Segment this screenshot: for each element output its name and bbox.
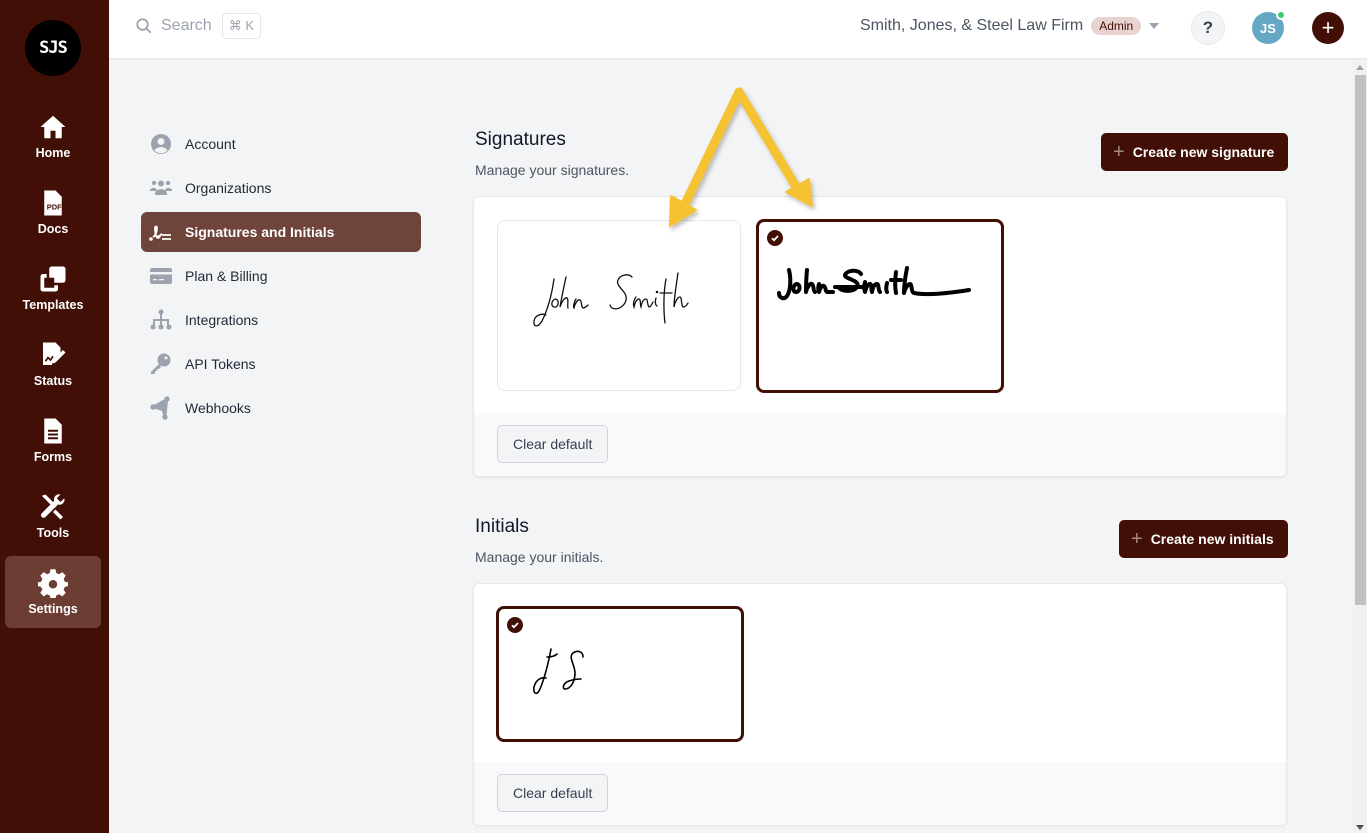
default-check-icon: [507, 617, 523, 633]
rail-item-settings[interactable]: Settings: [5, 556, 101, 628]
create-plus-button[interactable]: +: [1312, 12, 1344, 44]
credit-card-icon: [150, 268, 172, 284]
settings-nav-webhooks[interactable]: Webhooks: [141, 388, 421, 428]
chevron-down-icon: [1149, 23, 1160, 29]
avatar-initials: JS: [1260, 20, 1276, 36]
user-circle-icon: [151, 134, 171, 154]
initials-title: Initials: [475, 516, 529, 537]
settings-nav-label: Signatures and Initials: [185, 224, 335, 240]
avatar[interactable]: JS: [1252, 10, 1286, 44]
templates-icon: [40, 266, 66, 292]
settings-nav-label: Account: [185, 136, 236, 152]
signatures-card-footer: Clear default: [474, 413, 1286, 476]
signature-icon: [149, 225, 171, 241]
rail-item-home[interactable]: Home: [5, 100, 101, 172]
page-scrollbar[interactable]: [1353, 60, 1367, 833]
arrow-to-first-signature: [679, 87, 744, 211]
role-badge: Admin: [1091, 17, 1142, 35]
users-icon: [150, 180, 172, 195]
rail-item-label: Status: [33, 374, 73, 388]
rail-item-label: Home: [35, 146, 71, 160]
signature-tile-default[interactable]: [756, 219, 1004, 393]
settings-nav-integrations[interactable]: Integrations: [141, 300, 421, 340]
rail-item-label: Tools: [36, 526, 70, 540]
rail-item-label: Docs: [37, 222, 69, 236]
gear-icon: [38, 569, 68, 598]
initials-subtitle: Manage your initials.: [475, 549, 604, 565]
settings-nav-api-tokens[interactable]: API Tokens: [141, 344, 421, 384]
scrollbar-thumb[interactable]: [1355, 75, 1366, 605]
rail-item-tools[interactable]: Tools: [5, 480, 101, 552]
initials-card: Clear default: [473, 583, 1287, 826]
initials-card-footer: Clear default: [474, 762, 1286, 825]
initials-tile-default[interactable]: [496, 606, 744, 742]
plus-icon: +: [1113, 141, 1125, 163]
rail-item-docs[interactable]: PDF Docs: [5, 176, 101, 248]
default-check-icon: [767, 230, 783, 246]
key-icon: [151, 353, 171, 374]
search-placeholder: Search: [161, 17, 212, 34]
settings-nav-plan-billing[interactable]: Plan & Billing: [141, 256, 421, 296]
create-new-signature-button[interactable]: + Create new signature: [1101, 133, 1289, 171]
rail-item-status[interactable]: Status: [5, 328, 101, 400]
signatures-card: Clear default: [473, 196, 1287, 477]
scroll-up-arrow-icon[interactable]: [1356, 65, 1364, 70]
help-button[interactable]: ?: [1191, 11, 1225, 45]
settings-nav: Account Organizations Signatures and Ini…: [141, 124, 421, 432]
signature-image-bold-script: [777, 266, 971, 301]
signatures-subtitle: Manage your signatures.: [475, 162, 630, 178]
signatures-title: Signatures: [475, 129, 566, 150]
settings-nav-signatures-and-initials[interactable]: Signatures and Initials: [141, 212, 421, 252]
svg-text:PDF: PDF: [47, 202, 62, 211]
signature-image-thin-script: [533, 272, 689, 327]
pdf-file-icon: PDF: [44, 190, 62, 216]
create-new-initials-label: Create new initials: [1150, 531, 1274, 547]
search-shortcut-hint: ⌘ K: [221, 13, 261, 39]
signature-tile[interactable]: [497, 220, 741, 391]
arrow-to-default-signature: [734, 87, 803, 195]
form-file-icon: [44, 418, 62, 444]
settings-nav-organizations[interactable]: Organizations: [141, 168, 421, 208]
sitemap-icon: [150, 309, 172, 330]
org-switcher[interactable]: Smith, Jones, & Steel Law Firm Admin: [860, 17, 1160, 35]
rail-item-forms[interactable]: Forms: [5, 404, 101, 476]
online-status-dot: [1276, 10, 1286, 20]
create-new-signature-label: Create new signature: [1132, 144, 1275, 160]
tools-icon: [40, 494, 65, 520]
app-rail: SJS Home PDF Docs Templates Status Forms…: [0, 0, 109, 833]
settings-nav-label: Webhooks: [185, 400, 251, 416]
org-name: Smith, Jones, & Steel Law Firm: [860, 17, 1084, 34]
rail-item-label: Settings: [28, 602, 78, 616]
webhook-icon: [149, 396, 170, 420]
rail-item-templates[interactable]: Templates: [5, 252, 101, 324]
search-icon: [136, 18, 152, 34]
scroll-down-arrow-icon[interactable]: [1356, 825, 1364, 830]
home-icon: [40, 115, 66, 139]
initials-image-thin-script: [533, 648, 584, 695]
signature-status-icon: [43, 342, 66, 365]
rail-item-label: Templates: [22, 298, 84, 312]
settings-nav-account[interactable]: Account: [141, 124, 421, 164]
settings-nav-label: API Tokens: [185, 356, 256, 372]
top-bar: Search ⌘ K Smith, Jones, & Steel Law Fir…: [109, 0, 1367, 59]
plus-icon: +: [1131, 528, 1143, 550]
rail-item-label: Forms: [33, 450, 73, 464]
initials-clear-default-button[interactable]: Clear default: [497, 774, 609, 812]
create-new-initials-button[interactable]: + Create new initials: [1119, 520, 1288, 558]
settings-nav-label: Organizations: [185, 180, 272, 196]
search-input[interactable]: Search ⌘ K: [135, 13, 261, 39]
settings-nav-label: Plan & Billing: [185, 268, 268, 284]
sjs-logo[interactable]: SJS: [25, 20, 81, 76]
signatures-clear-default-button[interactable]: Clear default: [497, 425, 609, 463]
settings-nav-label: Integrations: [185, 312, 259, 328]
